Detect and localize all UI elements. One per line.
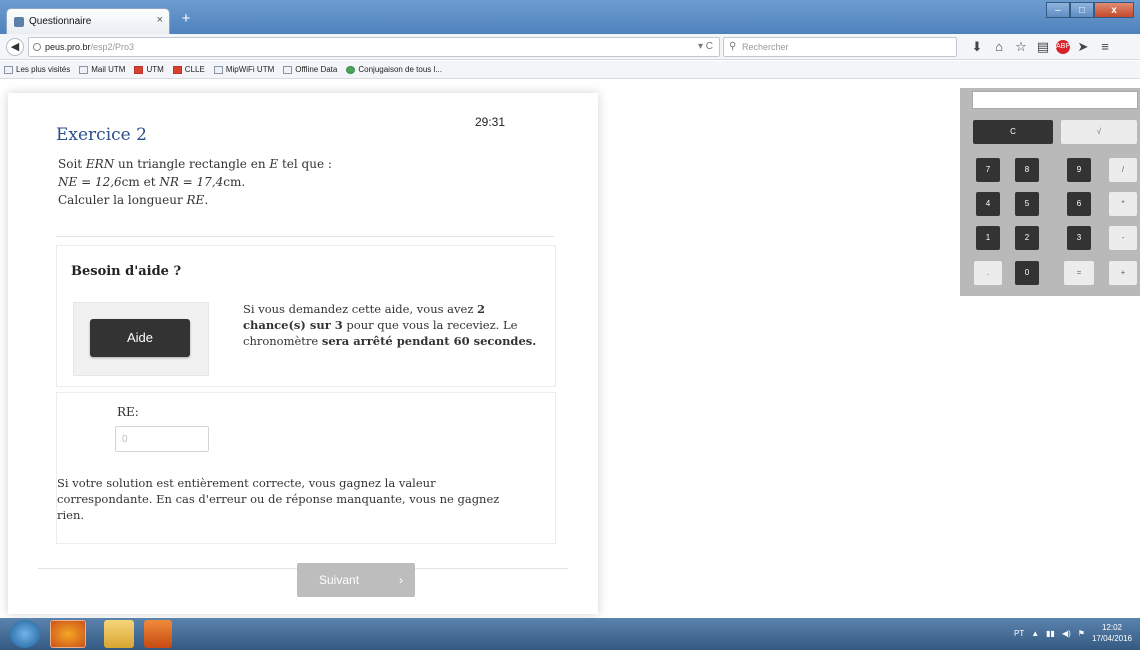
firefox-taskbar-icon[interactable]	[50, 620, 86, 648]
next-button[interactable]: Suivant ›	[297, 563, 415, 597]
clock-date: 17/04/2016	[1091, 634, 1132, 643]
page-viewport: 29:31 Exercice 2 Soit ERN un triangle re…	[0, 80, 1140, 614]
help-description: Si vous demandez cette aide, vous avez 2…	[243, 302, 537, 348]
maximize-button[interactable]: □	[1070, 2, 1094, 18]
language-indicator[interactable]: PT	[1014, 629, 1024, 638]
calculator: C √ 7 8 9 / 4 5 6 * 1 2 3 - . 0 = +	[960, 88, 1140, 296]
search-icon: ⚲	[729, 41, 737, 52]
calc-key[interactable]: 5	[1015, 192, 1039, 216]
chevron-right-icon: ›	[399, 573, 403, 587]
calc-key[interactable]: 8	[1015, 158, 1039, 182]
bookmark-item[interactable]: Les plus visités	[4, 65, 70, 74]
minimize-button[interactable]: –	[1046, 2, 1070, 18]
navigation-bar: ◀ peus.pro.br/esp2/Pro3 ▾ C ⚲ Rechercher…	[0, 34, 1140, 60]
calc-key[interactable]: -	[1109, 226, 1137, 250]
calc-key[interactable]: +	[1109, 261, 1137, 285]
statement-line: Soit ERN un triangle rectangle en E tel …	[58, 157, 332, 171]
adblock-icon[interactable]: ABP	[1056, 40, 1070, 54]
divider	[56, 236, 554, 237]
re-label: RE:	[117, 405, 139, 419]
re-answer-input[interactable]	[115, 426, 209, 452]
countdown-timer: 29:31	[475, 115, 506, 129]
bookmarks-bar: Les plus visités Mail UTM UTM CLLE MipWi…	[0, 61, 1140, 79]
calc-key[interactable]: =	[1064, 261, 1094, 285]
folder-icon	[4, 65, 13, 74]
calc-key[interactable]: 4	[976, 192, 1000, 216]
aide-button-well: Aide	[73, 302, 209, 376]
calc-key[interactable]: *	[1109, 192, 1137, 216]
reading-list-icon[interactable]: ▤	[1034, 37, 1052, 57]
back-button[interactable]: ◀	[6, 38, 24, 56]
toolbar-icons: ⬇ ⌂ ☆ ▤ ABP ➤ ≡	[968, 37, 1114, 57]
url-host: peus.pro.br	[45, 42, 91, 52]
calc-key[interactable]: 2	[1015, 226, 1039, 250]
page-icon	[213, 65, 223, 74]
calculator-display	[972, 91, 1138, 109]
address-bar[interactable]: peus.pro.br/esp2/Pro3 ▾ C	[28, 37, 720, 57]
aide-button[interactable]: Aide	[90, 319, 190, 357]
calc-key[interactable]: 9	[1067, 158, 1091, 182]
calc-key[interactable]: .	[974, 261, 1002, 285]
close-window-button[interactable]: x	[1094, 2, 1134, 18]
browser-tab[interactable]: Questionnaire ×	[6, 8, 170, 34]
conjugaison-icon	[346, 65, 356, 74]
scoring-note: Si votre solution est entièrement correc…	[57, 476, 500, 522]
clock[interactable]: 12:02 17/04/2016	[1092, 622, 1132, 644]
clock-time: 12:02	[1101, 623, 1122, 632]
system-tray: PT ▲ ▮▮ ◀) ⚑ 12:02 17/04/2016	[1014, 622, 1132, 644]
statement-line: NE = 12,6cm et NR = 17,4cm.	[58, 175, 246, 189]
site-info-icon[interactable]	[33, 43, 41, 51]
utm-icon	[134, 65, 144, 74]
bookmark-item[interactable]: Conjugaison de tous l...	[346, 65, 442, 74]
bookmark-item[interactable]: Offline Data	[283, 65, 337, 74]
calc-key[interactable]: 0	[1015, 261, 1039, 285]
clle-icon	[172, 65, 182, 74]
bookmark-star-icon[interactable]: ☆	[1012, 37, 1030, 57]
url-path: /esp2/Pro3	[90, 42, 135, 52]
tab-title: Questionnaire	[29, 16, 92, 27]
menu-icon[interactable]: ≡	[1096, 37, 1114, 57]
search-placeholder: Rechercher	[742, 42, 789, 52]
tab-favicon-icon	[14, 17, 24, 27]
calc-key[interactable]: 3	[1067, 226, 1091, 250]
bookmark-item[interactable]: UTM	[134, 65, 164, 74]
page-icon	[283, 65, 293, 74]
calc-key[interactable]: /	[1109, 158, 1137, 182]
reload-icon[interactable]: ▾ C	[698, 41, 713, 52]
help-panel: Besoin d'aide ? Aide Si vous demandez ce…	[56, 245, 556, 387]
mail-icon	[79, 65, 89, 74]
bookmark-item[interactable]: MipWiFi UTM	[213, 65, 274, 74]
help-title: Besoin d'aide ?	[71, 264, 182, 279]
windows-taskbar: PT ▲ ▮▮ ◀) ⚑ 12:02 17/04/2016	[0, 618, 1140, 650]
flag-icon[interactable]: ⚑	[1078, 629, 1085, 638]
window-controls: – □ x	[1046, 2, 1134, 18]
downloads-icon[interactable]: ⬇	[968, 37, 986, 57]
calc-key-clear[interactable]: C	[973, 120, 1053, 144]
browser-titlebar: Questionnaire × + – □ x	[0, 0, 1140, 34]
answer-panel: RE: Si votre solution est entièrement co…	[56, 392, 556, 544]
next-label: Suivant	[319, 573, 360, 587]
search-bar[interactable]: ⚲ Rechercher	[723, 37, 957, 57]
statement-line: Calculer la longueur RE.	[58, 193, 209, 207]
bookmark-item[interactable]: Mail UTM	[79, 65, 125, 74]
tab-close-icon[interactable]: ×	[157, 14, 163, 26]
calc-key[interactable]: 7	[976, 158, 1000, 182]
start-button[interactable]	[10, 620, 40, 648]
calc-key[interactable]: 1	[976, 226, 1000, 250]
send-icon[interactable]: ➤	[1074, 37, 1092, 57]
calc-key[interactable]: 6	[1067, 192, 1091, 216]
tray-arrow-icon[interactable]: ▲	[1031, 629, 1039, 638]
network-icon[interactable]: ▮▮	[1046, 629, 1055, 638]
media-player-taskbar-icon[interactable]	[144, 620, 172, 648]
volume-icon[interactable]: ◀)	[1062, 629, 1071, 638]
new-tab-button[interactable]: +	[177, 10, 195, 28]
home-icon[interactable]: ⌂	[990, 37, 1008, 57]
exercise-statement: Soit ERN un triangle rectangle en E tel …	[58, 155, 332, 209]
bookmark-item[interactable]: CLLE	[172, 65, 205, 74]
file-explorer-taskbar-icon[interactable]	[104, 620, 134, 648]
calc-key-sqrt[interactable]: √	[1061, 120, 1137, 144]
exercise-title: Exercice 2	[56, 125, 147, 145]
exercise-card: 29:31 Exercice 2 Soit ERN un triangle re…	[8, 93, 598, 614]
